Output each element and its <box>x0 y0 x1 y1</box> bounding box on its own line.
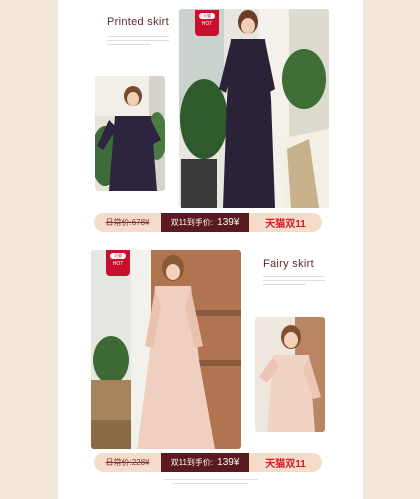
tmall-logo-icon: 天猫 <box>199 13 215 19</box>
badge-label: HOT <box>112 261 124 267</box>
regular-price: 日常价:678¥ <box>94 213 161 232</box>
price-bar[interactable]: 日常价:228¥ 双11到手价: 139¥ 天猫双11 <box>94 453 322 472</box>
sale-price-box: 双11到手价: 139¥ <box>161 213 249 232</box>
product-photo-small[interactable] <box>95 76 165 191</box>
product-photo-large[interactable] <box>91 250 241 449</box>
campaign-label: 天猫双11 <box>249 453 322 472</box>
sale-price-box: 双11到手价: 139¥ <box>161 453 249 472</box>
sale-label: 双11到手价: <box>170 458 214 467</box>
description-lines <box>107 36 169 48</box>
campaign-label: 天猫双11 <box>249 213 322 232</box>
footer-lines <box>163 479 258 487</box>
product-photo-small[interactable] <box>255 317 325 432</box>
hot-badge: 天猫 HOT <box>106 250 130 276</box>
regular-price: 日常价:228¥ <box>94 453 161 472</box>
hot-badge: 天猫 HOT <box>195 10 219 36</box>
price-bar[interactable]: 日常价:678¥ 双11到手价: 139¥ 天猫双11 <box>94 213 322 232</box>
badge-label: HOT <box>201 21 213 27</box>
sale-label: 双11到手价: <box>170 218 214 227</box>
product-photo-large[interactable] <box>179 9 329 208</box>
product-page: Printed skirt 天猫 HOT 日常价:678¥ 双11到手价: 13… <box>58 0 363 499</box>
sale-price: 139¥ <box>217 217 240 228</box>
sale-price: 139¥ <box>217 457 240 468</box>
section-title: Fairy skirt <box>263 258 314 270</box>
tmall-logo-icon: 天猫 <box>110 253 126 259</box>
section-title: Printed skirt <box>107 16 169 28</box>
description-lines <box>263 276 325 288</box>
